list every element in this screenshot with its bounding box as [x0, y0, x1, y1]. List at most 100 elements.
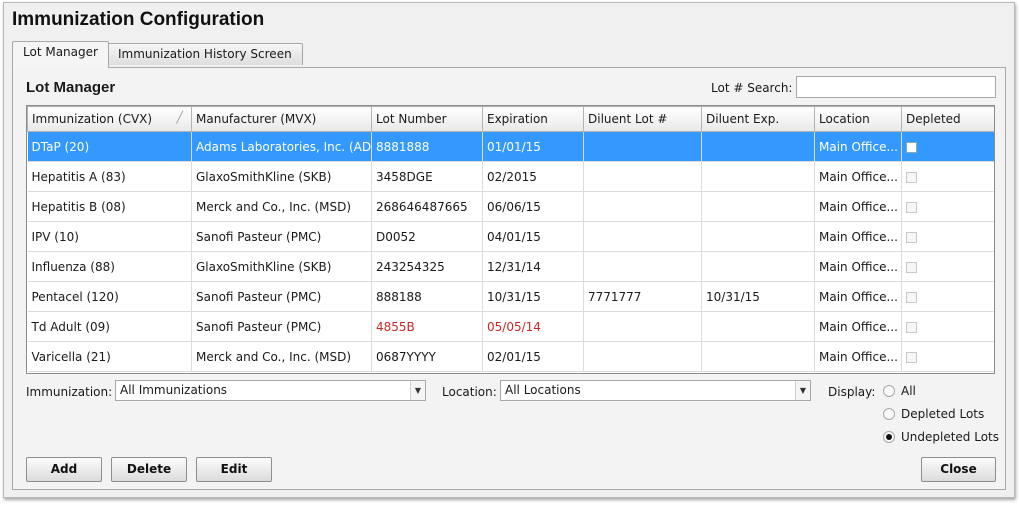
cell-immunization: Td Adult (09): [27, 311, 192, 342]
sort-ascending-icon: ╱: [176, 111, 183, 124]
column-header-manufacturer[interactable]: Manufacturer (MVX): [191, 106, 372, 132]
cell-lot-number: 4855B: [371, 311, 483, 342]
add-button[interactable]: Add: [26, 457, 102, 482]
tab-lot-manager[interactable]: Lot Manager: [12, 41, 109, 68]
display-option-undepleted-lots[interactable]: Undepleted Lots: [883, 430, 999, 444]
column-header-diluent-exp[interactable]: Diluent Exp.: [701, 106, 815, 132]
cell-location: Main Office...: [814, 251, 902, 282]
table-row[interactable]: Pentacel (120) Sanofi Pasteur (PMC) 888188…: [27, 281, 994, 312]
column-header-lot-number[interactable]: Lot Number: [371, 106, 483, 132]
close-button[interactable]: Close: [921, 457, 996, 482]
cell-manufacturer: Sanofi Pasteur (PMC): [191, 311, 372, 342]
cell-immunization: IPV (10): [27, 221, 192, 252]
cell-diluent-exp: [701, 161, 815, 192]
column-header-immunization[interactable]: Immunization (CVX) ╱: [27, 106, 192, 132]
window-title: Immunization Configuration: [12, 9, 265, 30]
cell-lot-number: 3458DGE: [371, 161, 483, 192]
depleted-checkbox[interactable]: [906, 351, 917, 363]
cell-expiration: 01/01/15: [482, 131, 584, 162]
cell-diluent-lot: [583, 191, 702, 222]
cell-expiration: 02/01/15: [482, 341, 584, 372]
column-header-label: Immunization (CVX): [32, 112, 153, 126]
table-row[interactable]: IPV (10) Sanofi Pasteur (PMC) D0052 04/01/1…: [27, 221, 994, 252]
depleted-checkbox[interactable]: [906, 201, 917, 213]
lot-manager-panel: Lot Manager Lot # Search: Immunization (…: [12, 67, 1006, 490]
cell-lot-number: 268646487665: [371, 191, 483, 222]
cell-lot-number: 888188: [371, 281, 483, 312]
cell-location: Main Office...: [814, 281, 902, 312]
cell-immunization: Hepatitis B (08): [27, 191, 192, 222]
depleted-checkbox[interactable]: [906, 291, 917, 303]
chevron-down-icon[interactable]: ▼: [410, 381, 425, 400]
display-option-label: All: [901, 384, 916, 398]
tab-immunization-history-screen[interactable]: Immunization History Screen: [107, 43, 303, 65]
location-filter-value: All Locations: [505, 383, 581, 397]
immunization-filter-select[interactable]: All Immunizations ▼: [115, 380, 426, 401]
cell-manufacturer: Adams Laboratories, Inc. (AD): [191, 131, 372, 162]
cell-lot-number: D0052: [371, 221, 483, 252]
depleted-checkbox[interactable]: [906, 321, 917, 333]
depleted-checkbox[interactable]: [906, 171, 917, 183]
cell-depleted: [901, 341, 994, 372]
edit-button[interactable]: Edit: [196, 457, 272, 482]
radio-button-icon[interactable]: [883, 385, 895, 397]
cell-diluent-lot: [583, 221, 702, 252]
immunization-filter-label: Immunization:: [26, 385, 113, 399]
table-row[interactable]: Hepatitis A (83) GlaxoSmithKline (SKB) 345…: [27, 161, 994, 192]
column-header-depleted[interactable]: Depleted: [901, 106, 994, 132]
cell-depleted: [901, 221, 994, 252]
cell-diluent-exp: [701, 311, 815, 342]
cell-depleted: [901, 281, 994, 312]
display-option-depleted-lots[interactable]: Depleted Lots: [883, 407, 984, 421]
cell-location: Main Office...: [814, 221, 902, 252]
cell-immunization: Varicella (21): [27, 341, 192, 372]
radio-button-selected-icon[interactable]: [883, 431, 895, 443]
table-row[interactable]: Td Adult (09) Sanofi Pasteur (PMC) 4855B 05…: [27, 311, 994, 342]
immunization-configuration-window: Immunization Configuration Lot Manager I…: [3, 2, 1015, 498]
display-label: Display:: [828, 385, 876, 399]
cell-location: Main Office...: [814, 131, 902, 162]
depleted-checkbox[interactable]: [906, 261, 917, 273]
depleted-checkbox[interactable]: [906, 231, 917, 243]
cell-manufacturer: Sanofi Pasteur (PMC): [191, 221, 372, 252]
cell-immunization: DTaP (20): [27, 131, 192, 162]
lot-search-input[interactable]: [796, 76, 996, 98]
column-header-diluent-lot[interactable]: Diluent Lot #: [583, 106, 702, 132]
cell-diluent-exp: [701, 251, 815, 282]
cell-immunization: Hepatitis A (83): [27, 161, 192, 192]
chevron-down-icon[interactable]: ▼: [795, 381, 810, 400]
radio-button-icon[interactable]: [883, 408, 895, 420]
cell-immunization: Influenza (88): [27, 251, 192, 282]
lot-search-label: Lot # Search:: [711, 81, 793, 95]
table-row[interactable]: DTaP (20) Adams Laboratories, Inc. (AD) 88…: [27, 131, 994, 162]
cell-expiration: 05/05/14: [482, 311, 584, 342]
cell-lot-number: 0687YYYY: [371, 341, 483, 372]
lot-table: Immunization (CVX) ╱ Manufacturer (MVX) …: [27, 106, 994, 372]
cell-depleted: [901, 251, 994, 282]
immunization-filter-value: All Immunizations: [120, 383, 228, 397]
display-option-all[interactable]: All: [883, 384, 916, 398]
lot-grid: Immunization (CVX) ╱ Manufacturer (MVX) …: [26, 105, 995, 374]
cell-expiration: 04/01/15: [482, 221, 584, 252]
section-title: Lot Manager: [26, 79, 116, 96]
cell-expiration: 02/2015: [482, 161, 584, 192]
cell-location: Main Office...: [814, 191, 902, 222]
table-row[interactable]: Varicella (21) Merck and Co., Inc. (MSD) 0…: [27, 341, 994, 372]
table-header-row: Immunization (CVX) ╱ Manufacturer (MVX) …: [27, 106, 994, 132]
cell-expiration: 12/31/14: [482, 251, 584, 282]
cell-location: Main Office...: [814, 311, 902, 342]
cell-lot-number: 8881888: [371, 131, 483, 162]
cell-diluent-exp: [701, 221, 815, 252]
table-row[interactable]: Hepatitis B (08) Merck and Co., Inc. (MSD…: [27, 191, 994, 222]
column-header-expiration[interactable]: Expiration: [482, 106, 584, 132]
column-header-location[interactable]: Location: [814, 106, 902, 132]
cell-expiration: 10/31/15: [482, 281, 584, 312]
location-filter-select[interactable]: All Locations ▼: [500, 380, 811, 401]
cell-diluent-lot: 7771777: [583, 281, 702, 312]
delete-button[interactable]: Delete: [111, 457, 187, 482]
cell-manufacturer: GlaxoSmithKline (SKB): [191, 161, 372, 192]
depleted-checkbox[interactable]: [906, 141, 917, 153]
cell-manufacturer: GlaxoSmithKline (SKB): [191, 251, 372, 282]
table-row[interactable]: Influenza (88) GlaxoSmithKline (SKB) 24325…: [27, 251, 994, 282]
cell-diluent-exp: [701, 131, 815, 162]
